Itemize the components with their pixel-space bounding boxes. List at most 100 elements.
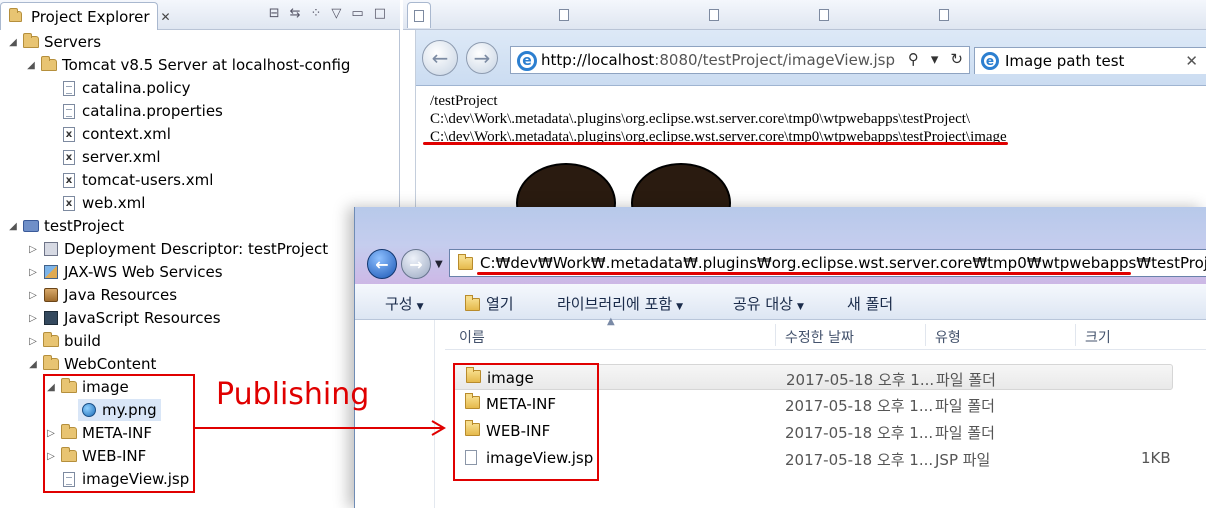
link-editor-icon[interactable]: ⇆ xyxy=(290,6,301,21)
tree-node-catalina-properties[interactable]: catalina.properties xyxy=(58,100,223,122)
file-date: 2017-05-18 오후 1... xyxy=(785,451,934,469)
tree-label: JavaScript Resources xyxy=(64,309,221,327)
tree-node-jaxws[interactable]: ▷ JAX-WS Web Services xyxy=(26,261,222,283)
back-button[interactable]: ← xyxy=(422,40,458,76)
file-icon xyxy=(60,103,78,119)
xml-file-icon: x xyxy=(60,149,78,165)
javascript-resources-icon xyxy=(42,310,60,326)
publishing-label: Publishing xyxy=(216,377,370,412)
filter-icon[interactable]: ⁘ xyxy=(311,6,322,21)
tree-node-servers[interactable]: ◢ Servers xyxy=(6,31,101,53)
underline-annotation xyxy=(423,142,1008,145)
close-icon[interactable]: ✕ xyxy=(161,10,171,24)
expanded-arrow-icon[interactable]: ◢ xyxy=(6,37,20,48)
file-type: 파일 폴더 xyxy=(935,397,995,415)
expanded-arrow-icon[interactable]: ◢ xyxy=(24,60,38,71)
file-type: 파일 폴더 xyxy=(935,424,995,442)
web-services-icon xyxy=(42,264,60,280)
sort-ascending-icon: ▲ xyxy=(607,316,615,327)
server-icon xyxy=(939,9,949,21)
history-dropdown-icon[interactable]: ▼ xyxy=(435,259,443,270)
java-resources-icon xyxy=(42,287,60,303)
collapsed-arrow-icon[interactable]: ▷ xyxy=(26,290,40,301)
dropdown-icon[interactable]: ▾ xyxy=(931,50,939,68)
tree-label: Java Resources xyxy=(64,286,178,304)
tree-node-tomcat-users-xml[interactable]: x tomcat-users.xml xyxy=(58,169,213,191)
collapsed-arrow-icon[interactable]: ▷ xyxy=(26,313,40,324)
tree-node-testproject[interactable]: ◢ testProject xyxy=(6,215,124,237)
include-in-library-label: 라이브러리에 포함 xyxy=(557,295,673,313)
tree-node-java-resources[interactable]: ▷ Java Resources xyxy=(26,284,177,306)
new-folder-button[interactable]: 새 폴더 xyxy=(847,293,893,314)
folder-address-text: C:₩dev₩Work₩.metadata₩.plugins₩org.eclip… xyxy=(480,254,1206,272)
tree-node-server-xml[interactable]: x server.xml xyxy=(58,146,161,168)
collapsed-arrow-icon[interactable]: ▷ xyxy=(26,336,40,347)
view-menu-icon[interactable]: ▽ xyxy=(331,6,341,21)
collapse-all-icon[interactable]: ⊟ xyxy=(269,6,280,21)
column-divider[interactable] xyxy=(925,324,926,346)
column-date[interactable]: 수정한 날짜 xyxy=(785,327,854,347)
file-icon xyxy=(559,9,569,21)
tab-title: Project Explorer xyxy=(31,7,150,26)
chevron-down-icon: ▼ xyxy=(416,302,424,312)
navigation-pane[interactable] xyxy=(355,320,435,508)
browser-page-tab[interactable]: e Image path test ✕ xyxy=(974,47,1206,74)
tree-node-build[interactable]: ▷ build xyxy=(26,330,101,352)
file-date: 2017-05-18 오후 1... xyxy=(785,397,934,415)
refresh-icon[interactable]: ↻ xyxy=(950,50,963,68)
forward-button[interactable]: → xyxy=(466,42,498,74)
maximize-icon[interactable]: □ xyxy=(374,6,386,21)
column-type[interactable]: 유형 xyxy=(935,327,961,347)
tree-node-web-xml[interactable]: x web.xml xyxy=(58,192,145,214)
search-icon[interactable]: ⚲ xyxy=(908,50,919,68)
include-in-library-button[interactable]: 라이브러리에 포함 ▼ xyxy=(557,293,683,314)
editor-tab[interactable] xyxy=(553,2,575,28)
column-name[interactable]: 이름 xyxy=(459,327,485,347)
tree-node-tomcat-config[interactable]: ◢ Tomcat v8.5 Server at localhost-config xyxy=(24,54,350,76)
tree-node-javascript-resources[interactable]: ▷ JavaScript Resources xyxy=(26,307,221,329)
column-divider[interactable] xyxy=(1075,324,1076,346)
share-with-button[interactable]: 공유 대상 ▼ xyxy=(733,293,804,314)
new-folder-label: 새 폴더 xyxy=(847,295,894,313)
open-folder-icon xyxy=(465,295,480,311)
expanded-arrow-icon[interactable]: ◢ xyxy=(26,359,40,370)
address-buttons: ⚲ ▾ ↻ xyxy=(908,50,963,68)
editor-tab[interactable] xyxy=(703,2,725,28)
tree-node-webcontent[interactable]: ◢ WebContent xyxy=(26,353,156,375)
deployment-descriptor-icon xyxy=(42,241,60,257)
open-button[interactable]: 열기 xyxy=(465,293,514,314)
ie-logo-icon: e xyxy=(517,51,537,71)
project-icon xyxy=(22,218,40,234)
editor-tab[interactable] xyxy=(933,2,955,28)
collapsed-arrow-icon[interactable]: ▷ xyxy=(26,267,40,278)
tree-node-context-xml[interactable]: x context.xml xyxy=(58,123,171,145)
file-date: 2017-05-18 오후 1... xyxy=(786,371,935,389)
tree-label: catalina.policy xyxy=(82,79,191,97)
collapsed-arrow-icon[interactable]: ▷ xyxy=(26,244,40,255)
minimize-icon[interactable]: ▭ xyxy=(351,6,363,21)
tree-node-catalina-policy[interactable]: catalina.policy xyxy=(58,77,190,99)
share-with-label: 공유 대상 xyxy=(733,295,793,313)
tab-project-explorer[interactable]: Project Explorer ✕ xyxy=(0,2,171,30)
address-bar[interactable]: e http://localhost:8080/testProject/imag… xyxy=(510,46,970,74)
file-size: 1KB xyxy=(1141,449,1171,467)
folder-window: ← → ▼ C:₩dev₩Work₩.metadata₩.plugins₩org… xyxy=(354,207,1206,508)
open-label: 열기 xyxy=(486,295,514,313)
column-divider[interactable] xyxy=(775,324,776,346)
column-headers: 이름 ▲ 수정한 날짜 유형 크기 xyxy=(445,316,1206,350)
organize-button[interactable]: 구성 ▼ xyxy=(385,293,424,314)
close-icon[interactable]: ✕ xyxy=(1185,52,1198,70)
editor-tab[interactable] xyxy=(813,2,835,28)
explorer-icon xyxy=(9,8,22,25)
tree-label: catalina.properties xyxy=(82,102,223,120)
tree-label: WebContent xyxy=(64,355,157,373)
column-size[interactable]: 크기 xyxy=(1085,327,1111,347)
address-host: http://localhost xyxy=(541,51,655,69)
tree-node-deployment-descriptor[interactable]: ▷ Deployment Descriptor: testProject xyxy=(26,238,328,260)
expanded-arrow-icon[interactable]: ◢ xyxy=(6,221,20,232)
folder-icon xyxy=(22,33,40,50)
back-button[interactable]: ← xyxy=(367,249,397,279)
forward-button[interactable]: → xyxy=(401,249,431,279)
xml-file-icon: x xyxy=(60,172,78,188)
editor-tab-active[interactable] xyxy=(407,2,431,28)
